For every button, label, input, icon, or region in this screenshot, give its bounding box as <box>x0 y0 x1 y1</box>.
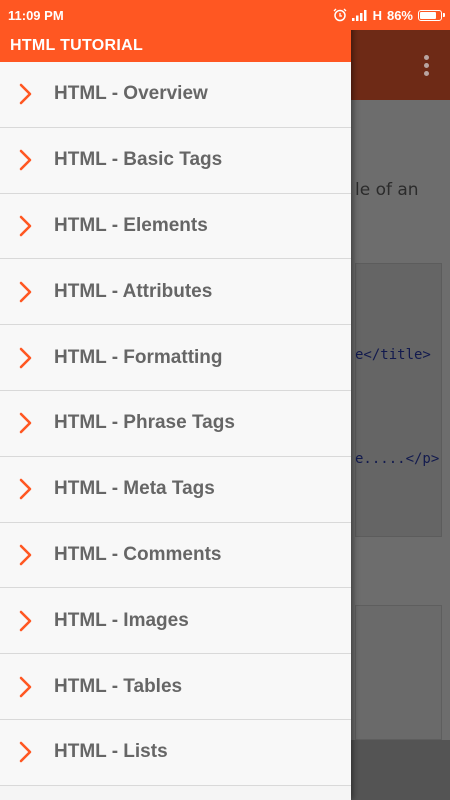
drawer-item-label: HTML - Attributes <box>54 280 213 302</box>
drawer-item[interactable]: HTML - Lists <box>0 719 351 786</box>
chevron-right-icon <box>0 149 54 171</box>
drawer-item-label: HTML - Images <box>54 609 189 631</box>
chevron-right-icon <box>0 610 54 632</box>
code-line-title: e</title> <box>355 347 431 363</box>
drawer-item-label: HTML - Basic Tags <box>54 149 223 171</box>
chevron-right-icon <box>0 281 54 303</box>
chevron-right-icon <box>0 741 54 763</box>
drawer-title: HTML TUTORIAL <box>0 30 351 62</box>
code-block-secondary <box>355 605 442 740</box>
status-time: 11:09 PM <box>8 7 64 23</box>
chevron-right-icon <box>0 347 54 369</box>
battery-percent: 86% <box>386 7 413 23</box>
drawer-item[interactable]: HTML - Images <box>0 588 351 655</box>
drawer-item-label: HTML - Tables <box>54 675 183 697</box>
drawer-item[interactable]: HTML - Attributes <box>0 259 351 326</box>
chevron-right-icon <box>0 412 54 434</box>
battery-fill <box>420 11 437 19</box>
more-vert-icon[interactable] <box>424 55 430 76</box>
drawer-item-label: HTML - Elements <box>54 214 208 236</box>
signal-icon <box>351 10 367 21</box>
battery-icon <box>418 9 445 21</box>
drawer-item[interactable]: HTML - Formatting <box>0 325 351 391</box>
drawer-item-label: HTML - Comments <box>54 543 222 565</box>
drawer-item-label: HTML - Overview <box>54 83 208 105</box>
status-icons: H 86% <box>333 7 445 23</box>
drawer-item[interactable]: HTML - Phrase Tags <box>0 390 351 457</box>
code-block <box>355 263 442 537</box>
chevron-right-icon <box>0 215 54 237</box>
drawer-item-label: HTML - Lists <box>54 741 168 763</box>
chevron-right-icon <box>0 676 54 698</box>
drawer-item[interactable]: HTML - Overview <box>0 62 351 128</box>
drawer-item[interactable]: HTML - Tables <box>0 654 351 720</box>
drawer-item[interactable]: HTML - Meta Tags <box>0 456 351 523</box>
content-text-fragment: le of an <box>355 180 419 200</box>
drawer-item[interactable]: HTML - Basic Tags <box>0 127 351 194</box>
alarm-icon <box>333 8 347 22</box>
chevron-right-icon <box>0 478 54 500</box>
chevron-right-icon <box>0 544 54 566</box>
drawer-item[interactable]: HTML - Comments <box>0 522 351 589</box>
drawer-item-label: HTML - Formatting <box>54 346 223 368</box>
drawer-item-label: HTML - Phrase Tags <box>54 412 235 434</box>
status-bar: 11:09 PM H 86% <box>0 0 450 30</box>
drawer-list: HTML - Overview HTML - Basic Tags HTML - E… <box>0 62 351 786</box>
drawer-item-label: HTML - Meta Tags <box>54 478 215 500</box>
drawer-item[interactable]: HTML - Elements <box>0 193 351 260</box>
network-type: H <box>372 7 382 23</box>
navigation-drawer: HTML TUTORIAL HTML - Overview HTML - Basi… <box>0 0 351 800</box>
code-line-paragraph: e.....</p> <box>355 451 440 467</box>
chevron-right-icon <box>0 83 54 105</box>
